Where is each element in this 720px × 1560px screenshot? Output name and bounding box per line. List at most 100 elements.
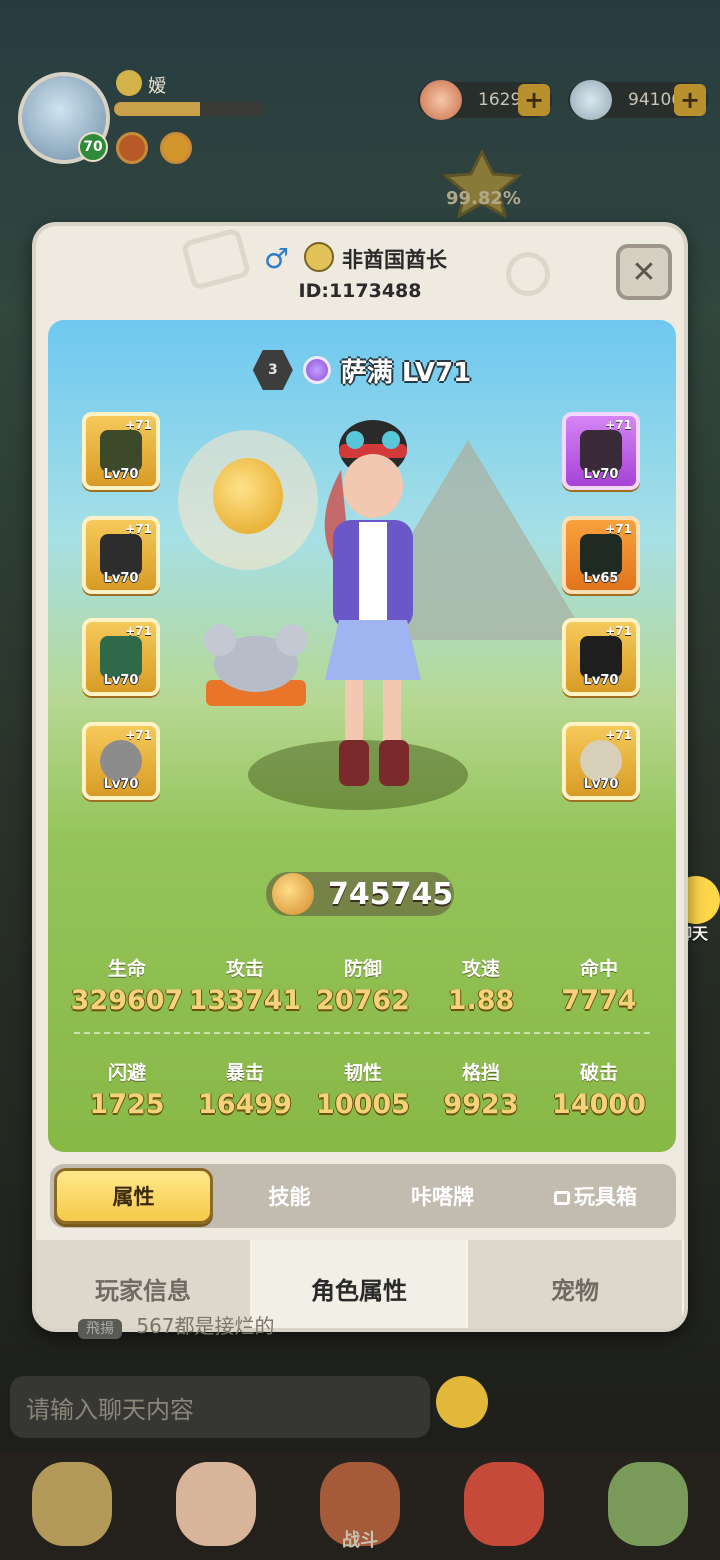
equip-slot-boots[interactable]: +71 Lv70	[562, 618, 640, 696]
equip-slot-bracer[interactable]: +71 Lv70	[82, 618, 160, 696]
stat-value: 20762	[316, 985, 410, 1016]
xp-bar	[114, 102, 264, 116]
stat-block: 格挡 9923	[422, 1058, 540, 1120]
chat-sender: 飛揚	[78, 1319, 122, 1339]
stat-hp: 生命 329607	[68, 954, 186, 1016]
stat-value: 14000	[552, 1089, 646, 1120]
chat-message: 飛揚 567都是接烂的	[18, 1310, 275, 1339]
helmet-icon	[100, 534, 142, 576]
stat-attack-speed: 攻速 1.88	[422, 954, 540, 1016]
title-emblem-icon	[116, 70, 142, 96]
stat-label: 暴击	[225, 1062, 264, 1084]
weapon-icon	[100, 430, 142, 472]
mouse-pet-icon	[204, 624, 308, 706]
equip-enhance: +71	[125, 728, 152, 742]
equip-enhance: +71	[125, 522, 152, 536]
equip-slot-weapon[interactable]: +71 Lv70	[82, 412, 160, 490]
stat-value: 9923	[443, 1089, 519, 1120]
gem-amount: 1629	[478, 90, 522, 110]
tribe-icon	[32, 1462, 112, 1546]
equip-enhance: +71	[605, 522, 632, 536]
nav-item-hero[interactable]	[144, 1452, 288, 1560]
tab-cards[interactable]: 咔嗒牌	[366, 1168, 519, 1224]
chat-input[interactable]: 请输入聊天内容	[10, 1376, 430, 1438]
stat-value: 10005	[316, 1089, 410, 1120]
nav-item-pet[interactable]	[432, 1452, 576, 1560]
necklace-icon	[580, 740, 622, 782]
stat-value: 7774	[561, 985, 637, 1016]
emoji-button[interactable]	[436, 1376, 488, 1428]
close-button[interactable]: ✕	[616, 244, 672, 300]
equip-level: Lv65	[583, 571, 619, 586]
tab-character-attributes[interactable]: 角色属性	[252, 1240, 468, 1328]
character-model[interactable]	[303, 410, 443, 810]
equip-slot-offhand[interactable]: +71 Lv70	[562, 412, 640, 490]
combat-power: 745745	[266, 872, 454, 916]
nav-item-battle[interactable]: 战斗	[288, 1452, 432, 1560]
pet-icon	[464, 1462, 544, 1546]
stat-value: 1725	[89, 1089, 165, 1120]
equip-level: Lv70	[103, 467, 139, 482]
add-gem-button[interactable]: +	[518, 84, 550, 116]
stat-value: 1.88	[447, 985, 515, 1016]
equip-enhance: +71	[605, 418, 632, 432]
stat-value: 133741	[188, 985, 302, 1016]
equip-slot-ring[interactable]: +71 Lv70	[82, 722, 160, 800]
detail-tabs: 属性 技能 咔嗒牌 玩具箱	[50, 1164, 676, 1228]
tab-pets[interactable]: 宠物	[468, 1240, 684, 1328]
character-name-level: 萨满 LV71	[340, 357, 472, 388]
nav-item-home[interactable]	[0, 1452, 144, 1560]
player-profile-dialog: ♂ 非酋国酋长 ID:1173488 ✕ 3 萨满 LV71 +71 Lv70 …	[32, 222, 688, 1332]
player-level-badge: 70	[78, 132, 108, 162]
equip-slot-necklace[interactable]: +71 Lv70	[562, 722, 640, 800]
buff-icon[interactable]	[116, 132, 148, 164]
flexed-arm-icon	[272, 873, 314, 915]
equip-enhance: +71	[605, 728, 632, 742]
armor-icon	[580, 534, 622, 576]
character-title-row: 3 萨满 LV71	[48, 350, 676, 390]
stat-attack: 攻击 133741	[186, 954, 304, 1016]
class-tier-badge: 3	[252, 350, 293, 390]
tab-toybox[interactable]: 玩具箱	[519, 1168, 672, 1224]
chat-text: 567都是接烂的	[136, 1314, 275, 1338]
stat-value: 329607	[70, 985, 184, 1016]
tab-attributes[interactable]: 属性	[54, 1168, 213, 1224]
tab-skills[interactable]: 技能	[213, 1168, 366, 1224]
hero-icon	[176, 1462, 256, 1546]
bottom-navigation: 战斗	[0, 1452, 720, 1560]
stat-label: 攻速	[461, 958, 500, 980]
bracer-icon	[100, 636, 142, 678]
stat-label: 攻击	[225, 958, 264, 980]
stats-divider	[74, 1032, 650, 1034]
stat-accuracy: 命中 7774	[540, 954, 658, 1016]
gem-icon	[420, 80, 462, 120]
stat-value: 16499	[198, 1089, 292, 1120]
stat-label: 闪避	[107, 1062, 146, 1084]
tab-toybox-label: 玩具箱	[574, 1185, 637, 1209]
xp-bar-fill	[114, 102, 200, 116]
equip-enhance: +71	[605, 624, 632, 638]
rank-percent: 99.82%	[446, 188, 521, 209]
dialog-title: 非酋国酋长	[342, 248, 447, 272]
stat-label: 格挡	[461, 1062, 500, 1084]
player-name: 嫒	[148, 76, 166, 97]
equip-slot-helmet[interactable]: +71 Lv70	[82, 516, 160, 594]
equip-level: Lv70	[583, 673, 619, 688]
equip-level: Lv70	[583, 467, 619, 482]
stat-label: 生命	[107, 958, 146, 980]
rank-badge-icon[interactable]	[432, 148, 532, 220]
event-icon[interactable]	[160, 132, 192, 164]
equip-level: Lv70	[103, 777, 139, 792]
stat-label: 韧性	[343, 1062, 382, 1084]
nav-item-shop[interactable]	[576, 1452, 720, 1560]
offhand-icon	[580, 430, 622, 472]
male-gender-icon: ♂	[264, 242, 290, 275]
stat-label: 命中	[579, 958, 618, 980]
stat-penetration: 破击 14000	[540, 1058, 658, 1120]
currency-coin-counter: 94106 +	[568, 80, 708, 120]
equip-slot-armor[interactable]: +71 Lv65	[562, 516, 640, 594]
ring-icon	[100, 740, 142, 782]
add-coin-button[interactable]: +	[674, 84, 706, 116]
dialog-header: ♂ 非酋国酋长 ID:1173488 ✕	[36, 226, 684, 322]
player-id: ID:1173488	[298, 280, 422, 302]
